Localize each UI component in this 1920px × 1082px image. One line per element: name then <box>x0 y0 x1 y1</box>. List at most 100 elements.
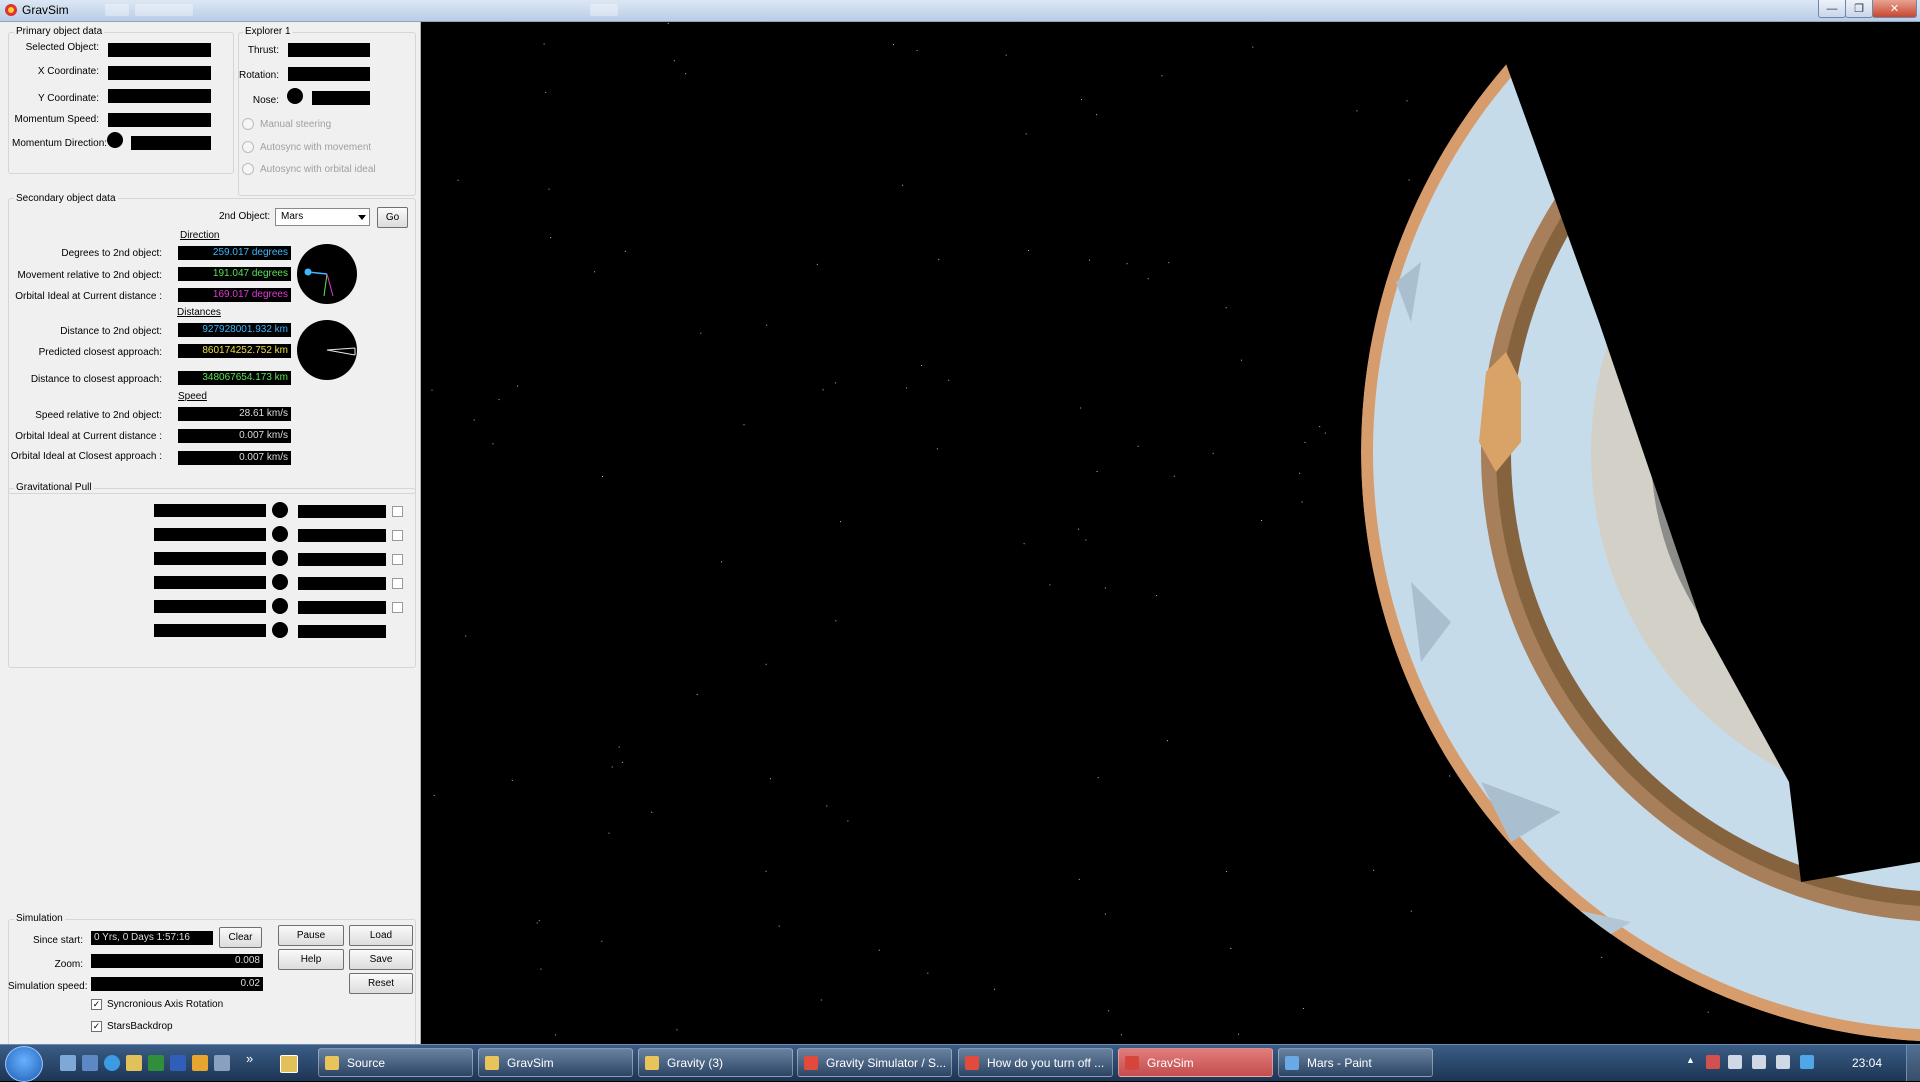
start-button[interactable] <box>5 1046 43 1082</box>
save-button[interactable]: Save <box>349 949 413 970</box>
reset-button[interactable]: Reset <box>349 973 413 994</box>
show-desktop-button[interactable] <box>1906 1045 1920 1081</box>
gravitational-pull-group-title: Gravitational Pull <box>14 482 94 493</box>
grav-force-field <box>298 601 386 614</box>
orbital-speed-current-label: Orbital Ideal at Current distance : <box>15 431 162 442</box>
explorer-group-title: Explorer 1 <box>243 26 293 37</box>
volume-icon[interactable] <box>1776 1055 1790 1069</box>
task-label: Source <box>347 1055 386 1070</box>
task-app-icon <box>965 1055 979 1070</box>
quicklaunch-overflow-icon[interactable]: » <box>246 1051 253 1066</box>
load-button[interactable]: Load <box>349 925 413 946</box>
nose-field <box>312 91 370 105</box>
maximize-button[interactable]: ❐ <box>1845 0 1873 18</box>
distances-header: Distances <box>177 307 221 318</box>
explorer-folder-icon[interactable] <box>126 1055 142 1071</box>
speed-relative-value: 28.61 km/s <box>178 407 291 421</box>
grav-row-checkbox[interactable] <box>392 530 403 541</box>
rotation-field <box>288 67 370 81</box>
autosync-movement-radio[interactable]: Autosync with movement <box>242 141 371 153</box>
y-coordinate-label: Y Coordinate: <box>38 93 99 104</box>
grav-row-checkbox[interactable] <box>392 602 403 613</box>
grav-force-field <box>298 553 386 566</box>
grav-row-checkbox[interactable] <box>392 506 403 517</box>
taskbar-task-4[interactable]: How do you turn off ... <box>958 1048 1113 1077</box>
window-titlebar[interactable]: GravSim — ❐ ✕ <box>0 0 1920 22</box>
primary-object-group-title: Primary object data <box>14 26 105 37</box>
momentum-direction-label: Momentum Direction: <box>12 138 108 149</box>
control-panel: Primary object data Selected Object: X C… <box>0 22 421 1068</box>
switch-windows-icon[interactable] <box>82 1055 98 1071</box>
sync-axis-rotation-checkbox[interactable]: ✓ Syncronious Axis Rotation <box>91 999 223 1010</box>
grav-object-field <box>154 528 266 541</box>
titlebar-ghost-text <box>105 4 129 16</box>
orbital-speed-closest-label: Orbital Ideal at Closest approach : <box>10 451 162 462</box>
help-button[interactable]: Help <box>278 949 344 970</box>
movement-value: 191.047 degrees <box>178 267 291 281</box>
action-center-icon[interactable] <box>1706 1055 1720 1069</box>
manual-steering-radio[interactable]: Manual steering <box>242 118 331 130</box>
speed-header: Speed <box>178 391 207 402</box>
second-object-select[interactable]: Mars <box>275 208 370 226</box>
taskbar-task-3[interactable]: Gravity Simulator / S... <box>797 1048 952 1077</box>
simulation-viewport[interactable] <box>421 22 1920 1044</box>
momentum-speed-field <box>108 113 211 127</box>
selected-object-field <box>108 43 211 57</box>
taskbar-task-1[interactable]: GravSim <box>478 1048 633 1077</box>
momentum-direction-dial <box>107 132 123 148</box>
grav-object-field <box>154 576 266 589</box>
show-desktop-icon[interactable] <box>60 1055 76 1071</box>
excel-icon[interactable] <box>148 1055 164 1071</box>
orbital-speed-closest-value: 0.007 km/s <box>178 451 291 465</box>
secondary-object-group-title: Secondary object data <box>14 193 118 204</box>
grav-direction-dial <box>272 598 288 614</box>
network-icon[interactable] <box>1752 1055 1766 1069</box>
internet-explorer-icon[interactable] <box>104 1055 120 1071</box>
stars-backdrop-checkbox[interactable]: ✓ StarsBackdrop <box>91 1021 173 1032</box>
minimize-button[interactable]: — <box>1818 0 1846 18</box>
grav-object-field <box>154 552 266 565</box>
predicted-approach-label: Predicted closest approach: <box>38 347 162 358</box>
go-button[interactable]: Go <box>377 207 408 228</box>
clock[interactable]: 23:04 <box>1852 1056 1882 1070</box>
grav-force-field <box>298 505 386 518</box>
since-start-value: 0 Yrs, 0 Days 1:57:16 <box>91 931 213 945</box>
thrust-label: Thrust: <box>247 45 279 56</box>
grav-row-checkbox[interactable] <box>392 554 403 565</box>
task-label: Gravity Simulator / S... <box>826 1055 947 1070</box>
grav-object-field <box>154 624 266 637</box>
autosync-orbital-radio[interactable]: Autosync with orbital ideal <box>242 163 376 175</box>
close-button[interactable]: ✕ <box>1872 0 1917 18</box>
task-app-icon <box>1125 1055 1139 1070</box>
grav-row-checkbox[interactable] <box>392 578 403 589</box>
device-icon[interactable] <box>1728 1055 1742 1069</box>
dropbox-icon[interactable] <box>1800 1055 1814 1069</box>
task-app-icon <box>1285 1055 1299 1070</box>
zoom-value[interactable]: 0.008 <box>91 954 263 968</box>
degrees-value: 259.017 degrees <box>178 246 291 260</box>
grav-force-field <box>298 577 386 590</box>
task-label: GravSim <box>1147 1055 1194 1070</box>
grav-force-field <box>298 625 386 638</box>
simulation-speed-value[interactable]: 0.02 <box>91 977 263 991</box>
x-coordinate-field <box>108 66 211 80</box>
window-title: GravSim <box>22 3 69 17</box>
task-app-icon <box>804 1055 818 1070</box>
word-icon[interactable] <box>170 1055 186 1071</box>
clear-button[interactable]: Clear <box>219 927 262 948</box>
taskbar-task-5[interactable]: GravSim <box>1118 1048 1273 1077</box>
orbital-ideal-current-value: 169.017 degrees <box>178 288 291 302</box>
tray-expand-icon[interactable]: ▲ <box>1686 1055 1695 1065</box>
direction-header: Direction <box>180 230 220 241</box>
second-object-label: 2nd Object: <box>219 211 271 222</box>
grav-direction-dial <box>272 526 288 542</box>
pinned-folder-icon[interactable] <box>280 1055 298 1073</box>
taskbar-task-6[interactable]: Mars - Paint <box>1278 1048 1433 1077</box>
selected-object-label: Selected Object: <box>25 42 99 53</box>
download-icon[interactable] <box>214 1055 230 1071</box>
taskbar-task-0[interactable]: Source <box>318 1048 473 1077</box>
taskbar-task-2[interactable]: Gravity (3) <box>638 1048 793 1077</box>
y-coordinate-field <box>108 89 211 103</box>
outlook-icon[interactable] <box>192 1055 208 1071</box>
pause-button[interactable]: Pause <box>278 925 344 946</box>
